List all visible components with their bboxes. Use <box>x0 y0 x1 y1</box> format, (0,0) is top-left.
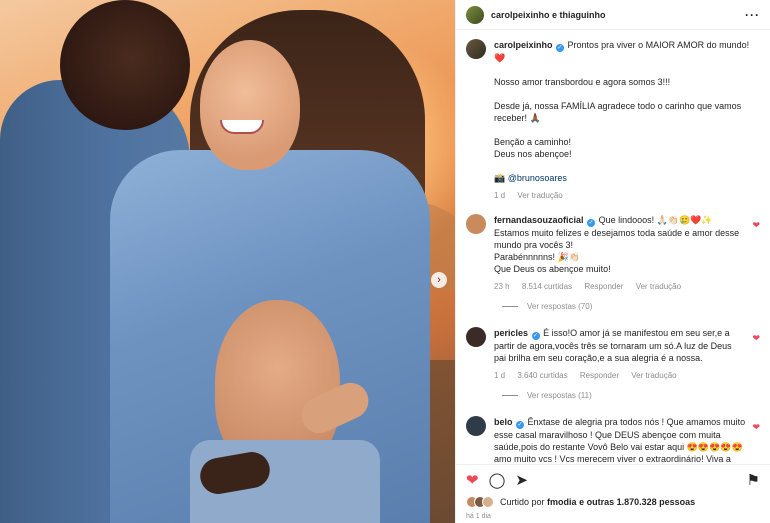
comments-scroll[interactable]: carolpeixinho ✓ Prontos pra viver o MAIO… <box>456 31 770 464</box>
photo-credit: 📸 @brunosoares <box>494 172 760 184</box>
comment-text: Que Deus os abençoe muito! <box>494 264 611 274</box>
verified-icon: ✓ <box>556 44 565 52</box>
instagram-post: › carolpeixinho e thiaguinho ··· carolpe… <box>0 0 770 523</box>
caption: carolpeixinho ✓ Prontos pra viver o MAIO… <box>466 39 760 202</box>
chevron-right-icon[interactable]: › <box>431 272 447 288</box>
caption-time: 1 d <box>494 191 506 200</box>
post-panel: carolpeixinho e thiaguinho ··· carolpeix… <box>455 0 770 523</box>
camera-icon: 📸 <box>494 173 506 183</box>
comment-username[interactable]: belo <box>494 417 513 427</box>
comment-likes[interactable]: 3.640 curtidas <box>517 371 567 380</box>
avatar <box>482 496 494 508</box>
likes-row: Curtido por fmodia e outras 1.870.328 pe… <box>466 496 760 508</box>
heart-icon[interactable]: ❤ <box>752 220 760 231</box>
reply-button[interactable]: Responder <box>580 371 619 380</box>
avatar[interactable] <box>466 39 486 59</box>
comment-time: 23 h <box>494 282 510 291</box>
view-replies-button[interactable]: Ver respostas (70) <box>502 302 760 311</box>
comment-icon[interactable]: ◯ <box>489 473 506 488</box>
likes-prefix: Curtido por <box>500 497 545 507</box>
verified-icon: ✓ <box>587 219 596 227</box>
heart-icon[interactable]: ❤ <box>752 422 760 433</box>
comment-text: Ênxtase de alegria pra todos nós ! Que a… <box>494 417 746 464</box>
comment-text: Que lindooos! 🙏🏻👏🏻🥲❤️✨ <box>598 215 713 225</box>
credit-link[interactable]: @brunosoares <box>508 173 567 183</box>
comment-meta: 23 h 8.514 curtidas Responder Ver traduç… <box>494 281 746 293</box>
liker-avatars <box>466 496 494 508</box>
comment-likes[interactable]: 8.514 curtidas <box>522 282 572 291</box>
comment-text: Parabénnnnns! 🎉👏🏻 <box>494 252 580 262</box>
action-bar: ❤ ◯ ➤ ⚑ <box>456 464 770 496</box>
caption-para: Desde já, nossa FAMÍLIA agradece todo o … <box>494 101 742 123</box>
avatar[interactable] <box>466 416 486 436</box>
caption-line1: Prontos pra viver o MAIOR AMOR do mundo! <box>567 40 750 50</box>
comment-time: 1 d <box>494 371 506 380</box>
comment: belo ✓ Ênxtase de alegria pra todos nós … <box>466 416 760 464</box>
header-username[interactable]: carolpeixinho e thiaguinho <box>491 10 745 20</box>
man-head <box>60 0 190 130</box>
avatar[interactable] <box>466 214 486 234</box>
comment-username[interactable]: fernandasouzaoficial <box>494 215 584 225</box>
post-header: carolpeixinho e thiaguinho ··· <box>456 0 770 30</box>
replies-line <box>502 395 518 396</box>
comment-meta: 1 d 3.640 curtidas Responder Ver traduçã… <box>494 370 746 382</box>
caption-username[interactable]: carolpeixinho <box>494 40 553 50</box>
heart-icon[interactable]: ❤ <box>466 473 479 488</box>
avatar[interactable] <box>466 5 484 24</box>
caption-para: Deus nos abençoe! <box>494 149 572 159</box>
likes-count[interactable]: e outras 1.870.328 pessoas <box>579 497 695 507</box>
caption-meta: 1 d Ver tradução <box>494 190 760 202</box>
replies-line <box>502 306 518 307</box>
replies-label: Ver respostas (70) <box>527 302 593 311</box>
post-time[interactable]: há 1 dia <box>466 513 491 520</box>
verified-icon: ✓ <box>531 332 540 340</box>
replies-label: Ver respostas (11) <box>527 391 592 400</box>
view-replies-button[interactable]: Ver respostas (11) <box>502 391 760 400</box>
post-photo[interactable]: › <box>0 0 455 523</box>
bookmark-icon[interactable]: ⚑ <box>747 473 760 488</box>
avatar[interactable] <box>466 327 486 347</box>
more-icon[interactable]: ··· <box>745 8 760 22</box>
reply-button[interactable]: Responder <box>584 282 623 291</box>
see-translation-link[interactable]: Ver tradução <box>636 282 681 291</box>
comment-text: Estamos muito felizes e desejamos toda s… <box>494 228 740 250</box>
caption-para: Nosso amor transbordou e agora somos 3!!… <box>494 77 671 87</box>
caption-line1-emoji: ❤️ <box>494 53 506 63</box>
comment: pericles ✓ É isso!O amor já se manifesto… <box>466 327 760 382</box>
woman-face <box>200 40 300 170</box>
comment: fernandasouzaoficial ✓ Que lindooos! 🙏🏻👏… <box>466 214 760 293</box>
caption-para: Benção a caminho! <box>494 137 572 147</box>
comment-username[interactable]: pericles <box>494 328 528 338</box>
share-icon[interactable]: ➤ <box>515 473 528 488</box>
likes-user[interactable]: fmodia <box>547 497 577 507</box>
heart-icon[interactable]: ❤ <box>752 333 760 344</box>
see-translation-link[interactable]: Ver tradução <box>517 191 562 200</box>
verified-icon: ✓ <box>516 421 525 429</box>
comment-text: É isso!O amor já se manifestou em seu se… <box>494 328 732 363</box>
see-translation-link[interactable]: Ver tradução <box>631 371 676 380</box>
